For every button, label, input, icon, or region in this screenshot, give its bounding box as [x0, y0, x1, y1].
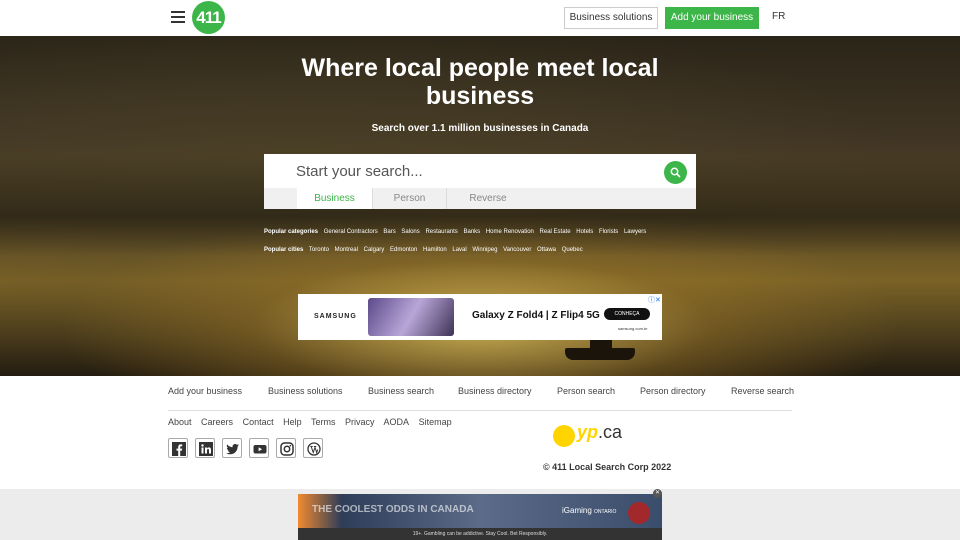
category-link[interactable]: Real Estate — [540, 229, 571, 235]
footer-link-aoda[interactable]: AODA — [384, 417, 410, 427]
popular-cities: Popular cities Toronto Montreal Calgary … — [264, 247, 587, 253]
tab-person[interactable]: Person — [373, 188, 447, 209]
footer-nav-link[interactable]: Business solutions — [268, 386, 343, 396]
ad-site: samsung.com.br — [618, 326, 648, 331]
ad-brand-region: ONTARIO — [594, 509, 617, 515]
city-link[interactable]: Montreal — [335, 247, 358, 253]
category-link[interactable]: General Contractors — [324, 229, 378, 235]
yp-logo[interactable]: yp.ca — [553, 422, 633, 448]
footer-nav-link[interactable]: Business directory — [458, 386, 532, 396]
facebook-icon[interactable] — [168, 438, 188, 458]
ad-disclaimer: 19+. Gambling can be addictive. Stay Coo… — [298, 528, 662, 540]
close-icon[interactable]: ✕ — [653, 489, 662, 498]
copyright: © 411 Local Search Corp 2022 — [543, 462, 672, 472]
category-link[interactable]: Restaurants — [425, 229, 457, 235]
footer-links: About Careers Contact Help Terms Privacy… — [168, 417, 459, 427]
language-toggle[interactable]: FR — [772, 11, 785, 22]
search-box: Business Person Reverse — [264, 154, 696, 209]
ad-badge-icon — [628, 502, 650, 524]
search-button[interactable] — [664, 161, 687, 184]
menu-icon[interactable] — [171, 11, 185, 23]
footer-link-sitemap[interactable]: Sitemap — [419, 417, 452, 427]
city-link[interactable]: Vancouver — [503, 247, 531, 253]
category-link[interactable]: Bars — [383, 229, 395, 235]
footer-divider — [168, 410, 792, 411]
city-link[interactable]: Edmonton — [390, 247, 417, 253]
hero-title: Where local people meet local business — [301, 54, 659, 110]
business-solutions-button[interactable]: Business solutions — [564, 7, 658, 29]
boat-silhouette — [565, 348, 635, 360]
category-link[interactable]: Home Renovation — [486, 229, 534, 235]
yp-logo-suffix: .ca — [598, 422, 623, 442]
city-link[interactable]: Laval — [452, 247, 466, 253]
city-link[interactable]: Winnipeg — [472, 247, 497, 253]
add-business-button[interactable]: Add your business — [665, 7, 759, 29]
category-link[interactable]: Lawyers — [624, 229, 646, 235]
footer-nav-link[interactable]: Business search — [368, 386, 434, 396]
ad-phone-image — [368, 298, 454, 336]
logo-411[interactable]: 411 — [192, 1, 225, 34]
category-link[interactable]: Banks — [463, 229, 480, 235]
top-bar: 411 Business solutions Add your business… — [0, 0, 960, 36]
ad-brand: SAMSUNG — [314, 313, 357, 320]
city-link[interactable]: Calgary — [364, 247, 385, 253]
twitter-icon[interactable] — [222, 438, 242, 458]
city-link[interactable]: Toronto — [309, 247, 329, 253]
city-link[interactable]: Quebec — [562, 247, 583, 253]
tab-reverse[interactable]: Reverse — [447, 188, 529, 209]
hero-subtitle: Search over 1.1 million businesses in Ca… — [371, 123, 589, 134]
linkedin-icon[interactable] — [195, 438, 215, 458]
category-link[interactable]: Hotels — [576, 229, 593, 235]
tab-business[interactable]: Business — [297, 188, 373, 209]
samsung-ad-banner[interactable]: SAMSUNG Galaxy Z Fold4 | Z Flip4 5G CONH… — [298, 294, 662, 340]
ad-brand: iGaming ONTARIO — [562, 506, 616, 515]
category-link[interactable]: Florists — [599, 229, 618, 235]
footer-link-privacy[interactable]: Privacy — [345, 417, 375, 427]
ad-cta-button[interactable]: CONHEÇA — [604, 308, 650, 320]
footer-nav-link[interactable]: Add your business — [168, 386, 242, 396]
instagram-icon[interactable] — [276, 438, 296, 458]
hero-section: Where local people meet local business S… — [0, 36, 960, 376]
ad-headline: Galaxy Z Fold4 | Z Flip4 5G — [472, 310, 600, 321]
footer-nav-link[interactable]: Person search — [557, 386, 615, 396]
wordpress-icon[interactable] — [303, 438, 323, 458]
search-icon — [670, 167, 681, 178]
footer-nav-link[interactable]: Person directory — [640, 386, 706, 396]
ad-brand-name: iGaming — [562, 506, 592, 515]
footer-link-terms[interactable]: Terms — [311, 417, 336, 427]
footer-link-about[interactable]: About — [168, 417, 192, 427]
footer-link-contact[interactable]: Contact — [243, 417, 274, 427]
search-tabs: Business Person Reverse — [264, 188, 696, 209]
yp-logo-text: yp — [577, 422, 599, 442]
city-link[interactable]: Ottawa — [537, 247, 556, 253]
search-input[interactable] — [264, 154, 696, 188]
youtube-icon[interactable] — [249, 438, 269, 458]
footer-nav-link[interactable]: Reverse search — [731, 386, 794, 396]
igaming-ad-banner[interactable]: THE COOLEST ODDS IN CANADA iGaming ONTAR… — [298, 494, 662, 540]
footer-link-careers[interactable]: Careers — [201, 417, 233, 427]
popular-categories: Popular categories General Contractors B… — [264, 229, 650, 235]
popular-cities-label: Popular cities — [264, 247, 304, 253]
ad-choices-icon[interactable]: ⓘ✕ — [648, 295, 661, 305]
yp-logo-mark — [553, 425, 575, 447]
city-link[interactable]: Hamilton — [423, 247, 447, 253]
ad-headline: THE COOLEST ODDS IN CANADA — [312, 504, 474, 515]
popular-categories-label: Popular categories — [264, 229, 319, 235]
footer-link-help[interactable]: Help — [283, 417, 302, 427]
category-link[interactable]: Salons — [401, 229, 419, 235]
